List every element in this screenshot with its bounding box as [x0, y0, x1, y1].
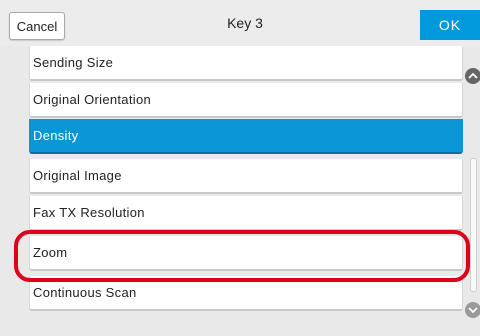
list-item-sending-size[interactable]: Sending Size: [29, 46, 463, 81]
list-item-label: Original Orientation: [33, 92, 151, 107]
list-item-original-orientation[interactable]: Original Orientation: [29, 83, 463, 118]
list-item-label: Sending Size: [33, 55, 114, 70]
list-item-label: Continuous Scan: [33, 285, 137, 300]
list-item-label: Density: [33, 128, 79, 143]
chevron-up-icon: [468, 72, 478, 79]
settings-list: Sending Size Original Orientation Densit…: [0, 46, 480, 336]
list-item-zoom[interactable]: Zoom: [29, 236, 463, 271]
cancel-button[interactable]: Cancel: [9, 12, 65, 40]
header-bar: Cancel Key 3 OK: [0, 0, 480, 46]
list-item-original-image[interactable]: Original Image: [29, 159, 463, 194]
ok-button[interactable]: OK: [420, 10, 480, 40]
list-item-fax-tx-resolution[interactable]: Fax TX Resolution: [29, 196, 463, 231]
list-item-label: Original Image: [33, 168, 122, 183]
list-item-label: Fax TX Resolution: [33, 205, 145, 220]
scroll-up-button[interactable]: [465, 68, 480, 84]
scroll-down-button[interactable]: [465, 302, 480, 318]
list-item-continuous-scan[interactable]: Continuous Scan: [29, 276, 463, 311]
list-item-label: Zoom: [33, 245, 68, 260]
scrollbar-track[interactable]: [470, 158, 477, 292]
page-title: Key 3: [227, 15, 263, 31]
chevron-down-icon: [468, 307, 478, 314]
list-item-density[interactable]: Density: [29, 119, 463, 154]
